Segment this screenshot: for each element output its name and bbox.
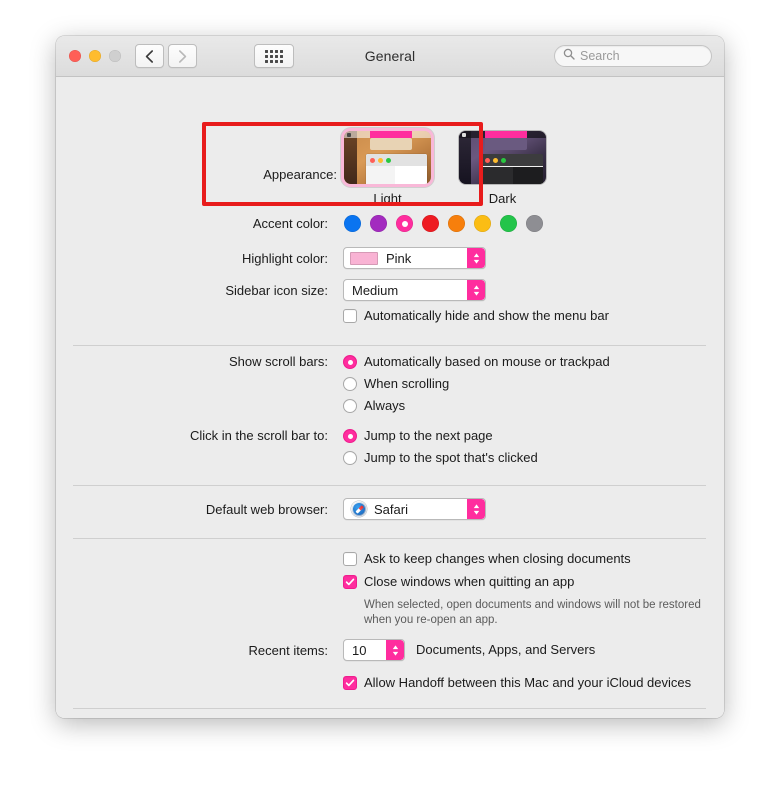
scroll-bars-option-label: When scrolling xyxy=(364,376,450,391)
documents-help-line-1: When selected, open documents and window… xyxy=(364,599,701,611)
radio-button[interactable] xyxy=(343,399,357,413)
radio-button[interactable] xyxy=(343,451,357,465)
checkbox-box[interactable] xyxy=(343,552,357,566)
accent-swatch-purple[interactable] xyxy=(370,215,387,232)
handoff-row: Allow Handoff between this Mac and your … xyxy=(56,675,724,691)
accent-color-row: Accent color: xyxy=(56,215,724,232)
scroll-bars-radio-group: Automatically based on mouse or trackpad… xyxy=(343,354,610,414)
scroll-click-radio-group: Jump to the next page Jump to the spot t… xyxy=(343,428,538,466)
separator-1 xyxy=(73,345,706,346)
default-browser-value: Safari xyxy=(374,501,408,517)
safari-icon xyxy=(351,501,367,517)
ask-keep-changes-row: Ask to keep changes when closing documen… xyxy=(56,551,724,567)
separator-3 xyxy=(73,538,706,539)
system-preferences-window: General Search Appearance: Light Dark Ac… xyxy=(56,36,724,718)
scroll-click-option-label: Jump to the spot that's clicked xyxy=(364,450,538,465)
sidebar-icon-size-value: Medium xyxy=(352,282,399,298)
search-field-container[interactable]: Search xyxy=(554,45,712,67)
scroll-click-option-next-page[interactable]: Jump to the next page xyxy=(343,428,538,444)
appearance-thumbnail-dark[interactable] xyxy=(459,131,546,184)
checkbox-box[interactable] xyxy=(343,309,357,323)
default-browser-row: Default web browser: Safari xyxy=(56,498,724,520)
scroll-bars-option-label: Always xyxy=(364,398,406,413)
close-windows-row: Close windows when quitting an app xyxy=(56,574,724,590)
radio-button[interactable] xyxy=(343,429,357,443)
accent-color-label: Accent color: xyxy=(252,216,328,231)
default-browser-popup[interactable]: Safari xyxy=(343,498,486,520)
chevron-updown-icon[interactable] xyxy=(467,248,485,268)
checkbox-box[interactable] xyxy=(343,575,357,589)
documents-help-line-2: when you re-open an app. xyxy=(364,614,498,626)
appearance-options: Light Dark xyxy=(344,131,546,206)
window-titlebar: General Search xyxy=(56,36,724,77)
search-placeholder: Search xyxy=(580,49,620,63)
recent-items-value: 10 xyxy=(352,642,367,658)
ask-keep-changes-checkbox[interactable]: Ask to keep changes when closing documen… xyxy=(343,551,631,567)
highlight-color-row: Highlight color: Pink xyxy=(56,247,724,269)
accent-swatch-orange[interactable] xyxy=(448,215,465,232)
scroll-bars-option-label: Automatically based on mouse or trackpad xyxy=(364,354,610,369)
preferences-content: Appearance: Light Dark Accent color: Hig… xyxy=(56,77,724,718)
handoff-checkbox[interactable]: Allow Handoff between this Mac and your … xyxy=(343,675,691,691)
highlight-color-popup[interactable]: Pink xyxy=(343,247,486,269)
scroll-bars-row: Show scroll bars: Automatically based on… xyxy=(56,354,724,414)
highlight-color-value: Pink xyxy=(386,250,412,266)
menu-bar-row: Automatically hide and show the menu bar xyxy=(56,308,724,324)
accent-swatch-red[interactable] xyxy=(422,215,439,232)
sidebar-icon-size-label: Sidebar icon size: xyxy=(225,282,328,298)
accent-swatch-blue[interactable] xyxy=(344,215,361,232)
close-windows-checkbox[interactable]: Close windows when quitting an app xyxy=(343,574,574,590)
checkbox-box[interactable] xyxy=(343,676,357,690)
search-input[interactable]: Search xyxy=(554,45,712,67)
separator-4 xyxy=(73,708,706,709)
appearance-caption-light: Light xyxy=(373,191,402,206)
appearance-option-dark[interactable]: Dark xyxy=(459,131,546,206)
handoff-label: Allow Handoff between this Mac and your … xyxy=(364,675,692,690)
scroll-click-row: Click in the scroll bar to: Jump to the … xyxy=(56,428,724,466)
highlight-color-label: Highlight color: xyxy=(242,250,328,266)
appearance-thumbnail-light[interactable] xyxy=(344,131,431,184)
accent-color-swatches xyxy=(344,215,543,232)
documents-help-text: When selected, open documents and window… xyxy=(364,598,701,628)
scroll-bars-option-always[interactable]: Always xyxy=(343,398,610,414)
default-browser-label: Default web browser: xyxy=(205,501,328,517)
recent-items-row: Recent items: 10 Documents, Apps, and Se… xyxy=(56,639,724,661)
accent-swatch-pink[interactable] xyxy=(396,215,413,232)
chevron-updown-icon[interactable] xyxy=(467,280,485,300)
accent-swatch-graphite[interactable] xyxy=(526,215,543,232)
appearance-label: Appearance: xyxy=(263,167,337,182)
autohide-menubar-label: Automatically hide and show the menu bar xyxy=(364,308,609,323)
ask-keep-changes-label: Ask to keep changes when closing documen… xyxy=(364,551,631,566)
sidebar-icon-size-row: Sidebar icon size: Medium xyxy=(56,279,724,301)
sidebar-icon-size-popup[interactable]: Medium xyxy=(343,279,486,301)
documents-help-text-row: When selected, open documents and window… xyxy=(56,598,724,628)
appearance-option-light[interactable]: Light xyxy=(344,131,431,206)
autohide-menubar-checkbox[interactable]: Automatically hide and show the menu bar xyxy=(343,308,609,324)
screenshot-root: General Search Appearance: Light Dark Ac… xyxy=(0,0,780,790)
radio-button[interactable] xyxy=(343,377,357,391)
stepper-arrows-icon[interactable] xyxy=(386,640,404,660)
highlight-color-swatch xyxy=(350,251,378,265)
close-windows-label: Close windows when quitting an app xyxy=(364,574,575,589)
scroll-bars-label: Show scroll bars: xyxy=(229,354,328,369)
scroll-click-label: Click in the scroll bar to: xyxy=(190,428,328,443)
scroll-click-option-label: Jump to the next page xyxy=(364,428,493,443)
appearance-caption-dark: Dark xyxy=(488,191,517,206)
chevron-updown-icon[interactable] xyxy=(467,499,485,519)
radio-button[interactable] xyxy=(343,355,357,369)
recent-items-stepper[interactable]: 10 xyxy=(343,639,405,661)
scroll-bars-option-when-scrolling[interactable]: When scrolling xyxy=(343,376,610,392)
search-icon xyxy=(563,47,575,65)
recent-items-label: Recent items: xyxy=(248,642,328,658)
accent-swatch-yellow[interactable] xyxy=(474,215,491,232)
scroll-bars-option-automatic[interactable]: Automatically based on mouse or trackpad xyxy=(343,354,610,370)
scroll-click-option-spot-clicked[interactable]: Jump to the spot that's clicked xyxy=(343,450,538,466)
separator-2 xyxy=(73,485,706,486)
recent-items-suffix: Documents, Apps, and Servers xyxy=(416,642,596,657)
accent-swatch-green[interactable] xyxy=(500,215,517,232)
